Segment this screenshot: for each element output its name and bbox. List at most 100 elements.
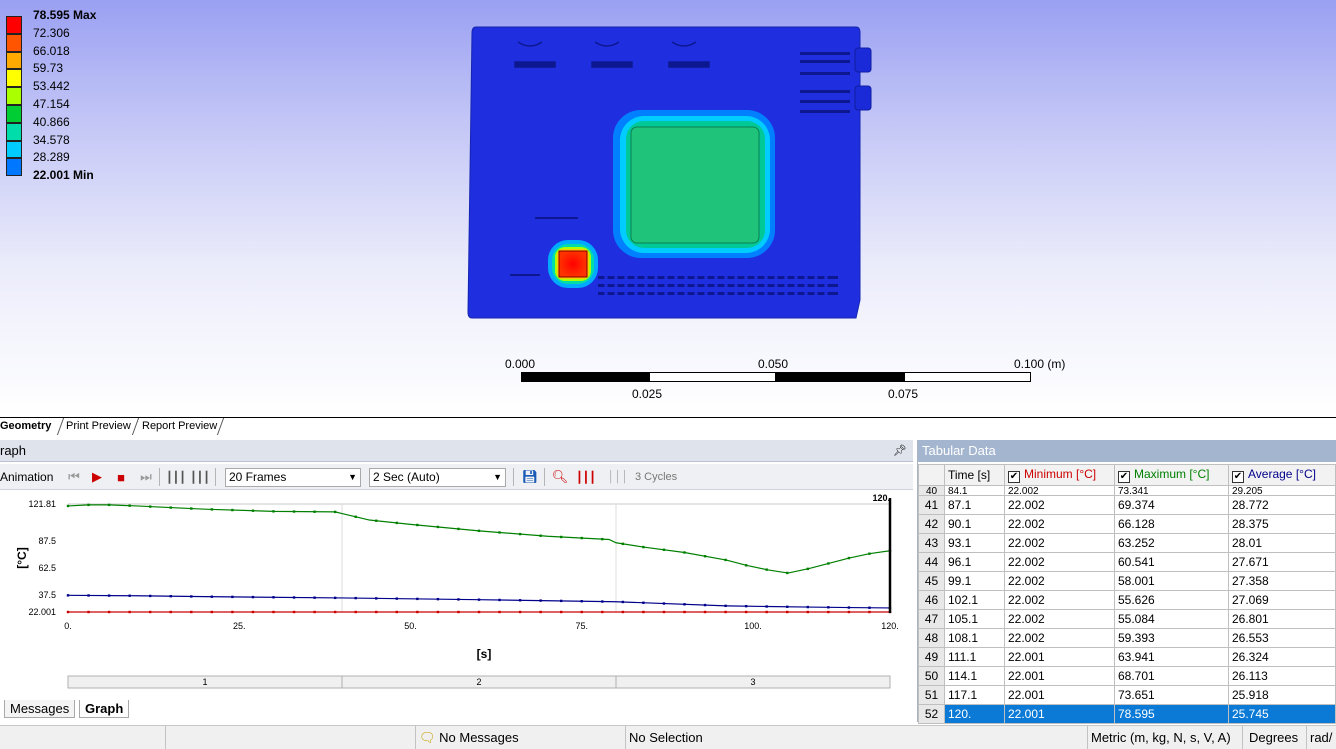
unit-system[interactable]: Metric (m, kg, N, s, V, A) <box>1087 726 1242 749</box>
tabular-data-title: Tabular Data <box>918 440 1336 462</box>
graph-title: raph <box>0 443 27 458</box>
rate-unit[interactable]: rad/ <box>1306 726 1336 749</box>
series-point <box>107 610 111 614</box>
angle-unit[interactable]: Degrees <box>1242 726 1306 749</box>
table-row[interactable]: 50 114.1 22.001 68.701 26.113 <box>918 666 1336 686</box>
series-point <box>395 610 398 614</box>
series-point <box>498 598 501 602</box>
tab-print-preview[interactable]: Print Preview <box>62 418 135 435</box>
col-header-maximum-label: Maximum [°C] <box>1134 467 1210 481</box>
series-point <box>313 610 316 614</box>
series-point <box>580 610 583 614</box>
update-contour-icon[interactable]: ┃┃┃ <box>576 467 596 487</box>
distributed-frames-icon[interactable]: ┃┃┃ <box>166 467 186 487</box>
table-cell: 22.002 <box>1004 514 1115 534</box>
series-point <box>621 542 625 546</box>
3d-viewport[interactable]: 78.595 Max 72.306 66.018 59.73 53.442 47.154 4… <box>0 0 1336 417</box>
table-row[interactable]: 48 108.1 22.002 59.393 26.553 <box>918 628 1336 648</box>
table-row[interactable]: 43 93.1 22.002 63.252 28.01 <box>918 533 1336 553</box>
table-cell: 87.1 <box>944 495 1005 515</box>
col-header-minimum-label: Minimum [°C] <box>1024 467 1097 481</box>
table-cell: 22.002 <box>1004 485 1115 496</box>
table-row[interactable]: 40 84.1 22.002 73.341 29.205 <box>918 485 1336 496</box>
table-cell: 117.1 <box>944 685 1005 705</box>
cycles-icon[interactable]: │││ <box>608 467 629 487</box>
series-point <box>827 606 830 609</box>
series-point <box>847 610 851 614</box>
series-point <box>765 605 768 608</box>
col-header-maximum[interactable]: ✔ Maximum [°C] <box>1114 464 1229 486</box>
row-index: 51 <box>918 685 945 705</box>
table-cell: 120. <box>944 704 1005 724</box>
table-cell: 69.374 <box>1114 495 1229 515</box>
tab-geometry[interactable]: Geometry <box>0 418 55 435</box>
export-video-icon[interactable]: 💾︎ <box>520 467 540 487</box>
skip-forward-icon[interactable]: ⏭︎ <box>136 467 156 487</box>
table-cell: 22.001 <box>1004 685 1115 705</box>
table-cell: 55.626 <box>1114 590 1229 610</box>
scale-label-100: 0.100 (m) <box>1014 357 1066 371</box>
series-point <box>66 594 70 597</box>
series-point <box>601 537 604 541</box>
bottom-tabs: Messages Graph <box>0 698 913 720</box>
frames-select[interactable]: 20 Frames ▼ <box>225 468 361 487</box>
table-row[interactable]: 42 90.1 22.002 66.128 28.375 <box>918 514 1336 534</box>
checkbox-icon[interactable]: ✔ <box>1118 471 1130 483</box>
series-point <box>498 531 501 534</box>
table-row[interactable]: 52 120. 22.001 78.595 25.745 <box>918 704 1336 724</box>
table-row[interactable]: 49 111.1 22.001 63.941 26.324 <box>918 647 1336 667</box>
y-tick-label: 121.81 <box>28 499 56 509</box>
series-point <box>333 610 337 614</box>
duration-select[interactable]: 2 Sec (Auto) ▼ <box>369 468 506 487</box>
pin-icon[interactable]: 📌︎ <box>893 444 907 457</box>
row-index: 50 <box>918 666 945 686</box>
table-row[interactable]: 51 117.1 22.001 73.651 25.918 <box>918 685 1336 705</box>
checkbox-icon[interactable]: ✔ <box>1232 471 1244 483</box>
col-header-time[interactable]: Time [s] <box>944 464 1005 486</box>
series-point <box>169 610 172 614</box>
temperature-chart[interactable]: 121.81 87.5 62.5 37.5 22.001 0. 25. 50. 75. 100. 1… <box>0 490 913 690</box>
series-point <box>169 595 172 598</box>
cycles-label: 3 Cycles <box>635 471 678 483</box>
table-row[interactable]: 46 102.1 22.002 55.626 27.069 <box>918 590 1336 610</box>
series-point <box>560 535 563 539</box>
stop-icon[interactable]: ■ <box>111 467 131 487</box>
checkbox-icon[interactable]: ✔ <box>1008 471 1020 483</box>
series-point <box>786 610 789 614</box>
table-row[interactable]: 44 96.1 22.002 60.541 27.671 <box>918 552 1336 572</box>
series-point <box>724 604 727 608</box>
table-row[interactable]: 45 99.1 22.002 58.001 27.358 <box>918 571 1336 591</box>
scale-bar: 0.000 0.050 0.100 (m) 0.025 0.075 <box>500 355 1080 405</box>
table-row[interactable]: 41 87.1 22.002 69.374 28.772 <box>918 495 1336 515</box>
pin-header <box>598 276 838 295</box>
play-icon[interactable]: ▶︎ <box>87 467 107 487</box>
table-row[interactable]: 47 105.1 22.002 55.084 26.801 <box>918 609 1336 629</box>
result-sets-icon[interactable]: ┃┃┃ <box>190 467 210 487</box>
series-point <box>375 597 378 600</box>
col-header-average[interactable]: ✔ Average [°C] <box>1228 464 1336 486</box>
hotspot-chip <box>558 250 588 278</box>
table-cell: 22.002 <box>1004 609 1115 629</box>
col-header-minimum[interactable]: ✔ Minimum [°C] <box>1004 464 1115 486</box>
table-cell: 63.252 <box>1114 533 1229 553</box>
series-point <box>868 606 871 609</box>
series-point <box>539 534 542 537</box>
series-point <box>518 610 522 614</box>
tab-graph[interactable]: Graph <box>79 700 130 718</box>
series-point <box>395 521 398 525</box>
chevron-down-icon: ▼ <box>348 472 357 482</box>
tab-report-preview[interactable]: Report Preview <box>138 418 221 435</box>
col-header-average-label: Average [°C] <box>1248 467 1316 481</box>
series-point <box>683 551 686 554</box>
skip-back-icon[interactable]: ⏮︎ <box>64 467 84 487</box>
messages-status[interactable]: 🗨︎ No Messages <box>415 726 625 749</box>
selection-status: No Selection <box>625 726 1087 749</box>
tab-messages[interactable]: Messages <box>4 700 76 718</box>
series-point <box>662 548 666 551</box>
table-cell: 22.001 <box>1004 704 1115 724</box>
table-cell: 108.1 <box>944 628 1005 648</box>
zoom-icon[interactable]: 🔍︎ <box>550 467 570 487</box>
series-point <box>662 610 666 614</box>
step-label: 2 <box>476 677 481 687</box>
series-point <box>231 610 234 614</box>
